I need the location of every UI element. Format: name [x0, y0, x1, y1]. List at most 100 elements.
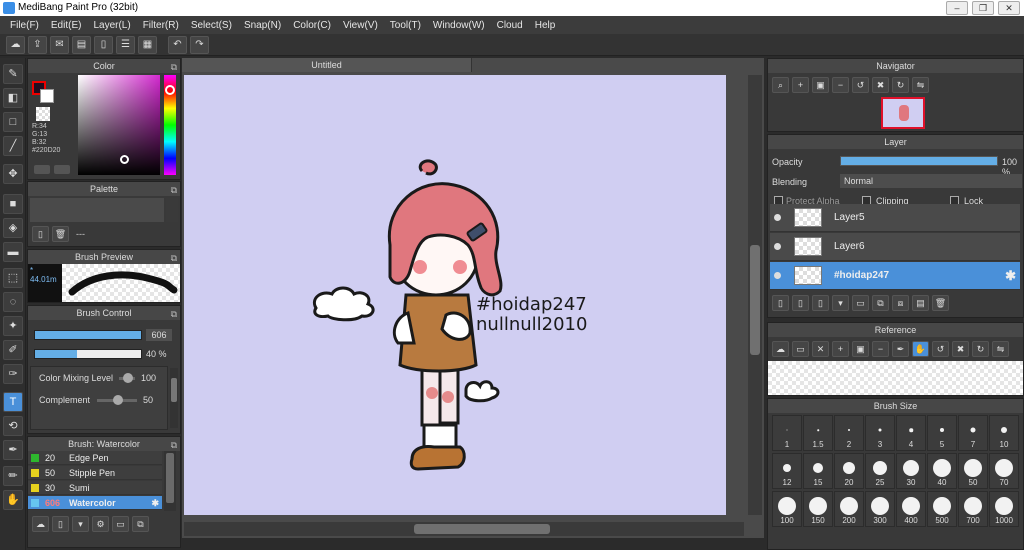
brush-size-option[interactable]: 100 — [772, 491, 802, 527]
zoom-icon[interactable]: ⌕ — [772, 77, 789, 93]
brush-size-option[interactable]: 300 — [865, 491, 895, 527]
redo-icon[interactable]: ↷ — [190, 35, 209, 54]
brush-size-option[interactable]: 20 — [834, 453, 864, 489]
saturation-value-picker[interactable] — [78, 75, 160, 175]
duplicate-layer-icon[interactable]: ⧉ — [872, 295, 889, 311]
share-icon[interactable]: ⇪ — [28, 35, 47, 54]
close-button[interactable]: ✕ — [998, 1, 1020, 15]
layer-row-layer6[interactable]: Layer6 — [770, 233, 1020, 261]
brush-add-menu-icon[interactable]: ▾ — [72, 516, 89, 532]
brush-item-stipple-pen[interactable]: 50 Stipple Pen — [28, 466, 162, 480]
brush-size-value[interactable]: 606 — [146, 329, 172, 341]
brush-control-scrollbar[interactable] — [170, 368, 178, 428]
brush-item-edge-pen[interactable]: 20 Edge Pen — [28, 451, 162, 465]
layer-opacity-slider[interactable] — [840, 156, 998, 166]
new-layer-2-icon[interactable]: ▯ — [792, 295, 809, 311]
brush-size-option[interactable]: 40 — [927, 453, 957, 489]
brush-folder-icon[interactable]: ▭ — [112, 516, 129, 532]
add-palette-icon[interactable]: ▯ — [32, 226, 49, 242]
panel-float-icon[interactable]: ⧉ — [171, 60, 177, 74]
dot-icon[interactable]: □ — [3, 112, 23, 132]
delete-palette-icon[interactable]: 🗑 — [52, 226, 69, 242]
rotate-left-icon[interactable]: ↺ — [852, 77, 869, 93]
brush-item-sumi[interactable]: 30 Sumi — [28, 481, 162, 495]
palette-scrollbar[interactable] — [166, 198, 178, 222]
brush-list-scroll-thumb[interactable] — [166, 453, 174, 503]
brush-copy-icon[interactable]: ⧉ — [132, 516, 149, 532]
add-layer-menu-icon[interactable]: ▾ — [832, 295, 849, 311]
reference-close-icon[interactable]: ✕ — [812, 341, 829, 357]
visibility-eye-icon[interactable] — [774, 243, 781, 250]
menu-tool[interactable]: Tool(T) — [384, 20, 427, 31]
rect-fill-icon[interactable]: ■ — [3, 194, 23, 214]
artboard[interactable]: #hoidap247 nullnull2010 — [184, 75, 726, 515]
hand-icon[interactable]: ✋ — [3, 490, 23, 510]
settings-icon[interactable]: ✱ — [151, 496, 159, 510]
brush-size-option[interactable]: 700 — [958, 491, 988, 527]
brush-size-option[interactable]: 150 — [803, 491, 833, 527]
brush-size-option[interactable]: 1.5 — [803, 415, 833, 451]
undo-icon[interactable]: ↶ — [168, 35, 187, 54]
menu-select[interactable]: Select(S) — [185, 20, 238, 31]
hue-slider[interactable] — [164, 75, 176, 175]
select-rect-icon[interactable]: ⬚ — [3, 268, 23, 288]
magic-wand-icon[interactable]: ✦ — [3, 316, 23, 336]
menu-cloud[interactable]: Cloud — [491, 20, 529, 31]
menu-edit[interactable]: Edit(E) — [45, 20, 88, 31]
brush-size-option[interactable]: 1000 — [989, 491, 1019, 527]
note-icon[interactable]: ▤ — [72, 35, 91, 54]
color-picker-cursor[interactable] — [120, 155, 129, 164]
new-layer-3-icon[interactable]: ▯ — [812, 295, 829, 311]
reference-zoom-out-icon[interactable]: − — [872, 341, 889, 357]
minimize-button[interactable]: – — [946, 1, 968, 15]
canvas-horizontal-scroll-thumb[interactable] — [414, 524, 550, 534]
move-icon[interactable]: ✥ — [3, 164, 23, 184]
complement-handle[interactable] — [113, 395, 123, 405]
menu-filter[interactable]: Filter(R) — [137, 20, 185, 31]
layer-row-layer5[interactable]: Layer5 — [770, 204, 1020, 232]
hue-slider-handle[interactable] — [165, 85, 175, 95]
gradient-icon[interactable]: ▬ — [3, 242, 23, 262]
folder-icon[interactable]: ▭ — [852, 295, 869, 311]
panel-float-icon[interactable]: ⧉ — [171, 307, 177, 321]
flip-icon[interactable]: ⇋ — [912, 77, 929, 93]
page-icon[interactable]: ▯ — [94, 35, 113, 54]
reset-rotation-icon[interactable]: ✖ — [872, 77, 889, 93]
navigator-thumbnail[interactable] — [881, 97, 925, 129]
reference-reset-icon[interactable]: ✖ — [952, 341, 969, 357]
palette-swatch-area[interactable] — [30, 198, 164, 222]
brush-size-option[interactable]: 7 — [958, 415, 988, 451]
color-mixing-handle[interactable] — [123, 373, 133, 383]
document-tab[interactable]: Untitled — [182, 58, 472, 72]
brush-size-option[interactable]: 200 — [834, 491, 864, 527]
fit-icon[interactable]: ▣ — [812, 77, 829, 93]
brush-size-option[interactable]: 50 — [958, 453, 988, 489]
brush-size-option[interactable]: 70 — [989, 453, 1019, 489]
brush-size-option[interactable]: 3 — [865, 415, 895, 451]
brush-size-option[interactable]: 5 — [927, 415, 957, 451]
brush-size-option[interactable]: 4 — [896, 415, 926, 451]
rotate-right-icon[interactable]: ↻ — [892, 77, 909, 93]
brush-size-slider[interactable] — [34, 330, 142, 340]
brush-size-option[interactable]: 30 — [896, 453, 926, 489]
select-eraser-icon[interactable]: ✑ — [3, 364, 23, 384]
fill-icon[interactable]: ◈ — [3, 218, 23, 238]
reference-eyedropper-icon[interactable]: ✒ — [892, 341, 909, 357]
lasso-icon[interactable]: ◌ — [3, 292, 23, 312]
layer-row-hoidap247[interactable]: #hoidap247 ✱ — [770, 262, 1020, 290]
menu-layer[interactable]: Layer(L) — [87, 20, 136, 31]
eyedropper-icon[interactable]: ✒ — [3, 440, 23, 460]
brush-size-option[interactable]: 15 — [803, 453, 833, 489]
reference-open-icon[interactable]: ▭ — [792, 341, 809, 357]
reference-rotate-right-icon[interactable]: ↻ — [972, 341, 989, 357]
menu-help[interactable]: Help — [529, 20, 562, 31]
maximize-button[interactable]: ❐ — [972, 1, 994, 15]
canvas-vertical-scrollbar[interactable] — [748, 75, 762, 515]
pen-tool-icon[interactable]: ✏ — [3, 466, 23, 486]
menu-window[interactable]: Window(W) — [427, 20, 491, 31]
background-color-swatch[interactable] — [40, 89, 54, 103]
brush-size-option[interactable]: 500 — [927, 491, 957, 527]
operation-icon[interactable]: ⟲ — [3, 416, 23, 436]
brush-cloud-icon[interactable]: ☁ — [32, 516, 49, 532]
menu-color[interactable]: Color(C) — [287, 20, 337, 31]
